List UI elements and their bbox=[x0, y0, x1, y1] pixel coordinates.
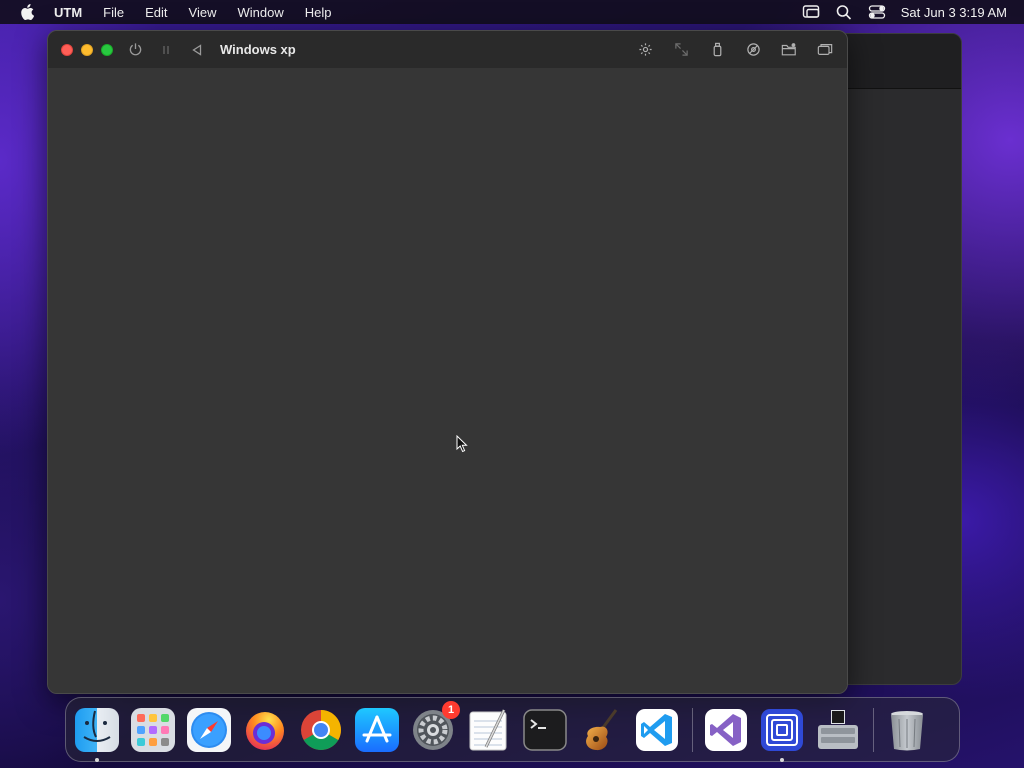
chrome-icon bbox=[301, 709, 341, 750]
menu-file[interactable]: File bbox=[103, 5, 124, 20]
resize-icon[interactable] bbox=[673, 42, 689, 58]
dock-vscode[interactable] bbox=[634, 707, 680, 753]
safari-icon bbox=[187, 707, 231, 752]
windows-icon[interactable] bbox=[817, 42, 833, 58]
visual-studio-icon bbox=[705, 708, 747, 751]
firefox-icon bbox=[246, 711, 284, 750]
minimize-button[interactable] bbox=[81, 43, 93, 56]
launchpad-icon bbox=[131, 707, 175, 752]
dock-system-settings[interactable]: 1 bbox=[410, 700, 460, 753]
dock-separator bbox=[692, 707, 693, 752]
dock-trash[interactable] bbox=[884, 707, 930, 753]
running-indicator bbox=[780, 757, 784, 762]
dock-visual-studio[interactable] bbox=[703, 707, 749, 753]
menu-app-name[interactable]: UTM bbox=[54, 5, 82, 20]
vm-toolbar-left: Windows xp bbox=[127, 42, 296, 58]
window-controls bbox=[61, 43, 121, 56]
dock-terminal[interactable] bbox=[522, 707, 568, 753]
menu-edit[interactable]: Edit bbox=[145, 5, 167, 20]
bootcamp-icon bbox=[818, 709, 858, 749]
menu-view[interactable]: View bbox=[189, 5, 217, 20]
shared-folder-icon[interactable] bbox=[781, 42, 797, 58]
dock-firefox[interactable] bbox=[242, 707, 288, 753]
vscode-icon bbox=[636, 708, 678, 751]
dock-launchpad[interactable] bbox=[130, 707, 176, 753]
menu-bar: UTM File Edit View Window Help Sat Jun 3… bbox=[0, 0, 1024, 24]
vm-window-titlebar[interactable]: Windows xp bbox=[48, 31, 847, 69]
spotlight-search-icon[interactable] bbox=[835, 4, 853, 20]
trash-icon bbox=[891, 710, 923, 750]
dock-garageband[interactable] bbox=[578, 707, 624, 753]
close-button[interactable] bbox=[61, 43, 73, 56]
dock-safari[interactable] bbox=[186, 707, 232, 753]
restart-icon[interactable] bbox=[189, 42, 205, 58]
utm-icon bbox=[761, 708, 803, 751]
menubar-status-area: Sat Jun 3 3:19 AM bbox=[802, 4, 1024, 20]
terminal-icon bbox=[523, 708, 567, 751]
finder-icon bbox=[75, 707, 119, 752]
disk-icon[interactable] bbox=[745, 42, 761, 58]
display-brightness-icon[interactable] bbox=[637, 42, 653, 58]
dock-bootcamp[interactable] bbox=[815, 707, 861, 753]
vm-display[interactable] bbox=[48, 68, 847, 693]
dock: 1 bbox=[65, 697, 960, 762]
pause-icon[interactable] bbox=[158, 42, 174, 58]
menu-help[interactable]: Help bbox=[305, 5, 332, 20]
menu-window[interactable]: Window bbox=[237, 5, 283, 20]
dock-separator bbox=[873, 707, 874, 752]
vm-window: Windows xp bbox=[47, 30, 848, 694]
zoom-button[interactable] bbox=[101, 43, 113, 56]
app-store-icon bbox=[355, 707, 399, 752]
garageband-icon bbox=[586, 708, 618, 750]
textedit-icon bbox=[469, 708, 507, 750]
dock-utm[interactable] bbox=[759, 707, 805, 762]
control-center-icon[interactable] bbox=[868, 4, 886, 20]
dock-finder[interactable] bbox=[74, 707, 120, 762]
dock-textedit[interactable] bbox=[466, 707, 512, 753]
mouse-cursor-icon bbox=[456, 435, 468, 453]
dock-chrome[interactable] bbox=[298, 707, 344, 753]
apple-menu-icon[interactable] bbox=[20, 4, 34, 20]
vm-title: Windows xp bbox=[220, 42, 296, 57]
menubar-clock[interactable]: Sat Jun 3 3:19 AM bbox=[901, 5, 1007, 20]
usb-drive-icon[interactable] bbox=[709, 42, 725, 58]
screen-mirroring-icon[interactable] bbox=[802, 4, 820, 20]
running-indicator bbox=[95, 757, 99, 762]
dock-app-store[interactable] bbox=[354, 707, 400, 753]
power-icon[interactable] bbox=[127, 42, 143, 58]
notification-badge: 1 bbox=[442, 700, 460, 719]
vm-toolbar-right bbox=[617, 42, 833, 58]
